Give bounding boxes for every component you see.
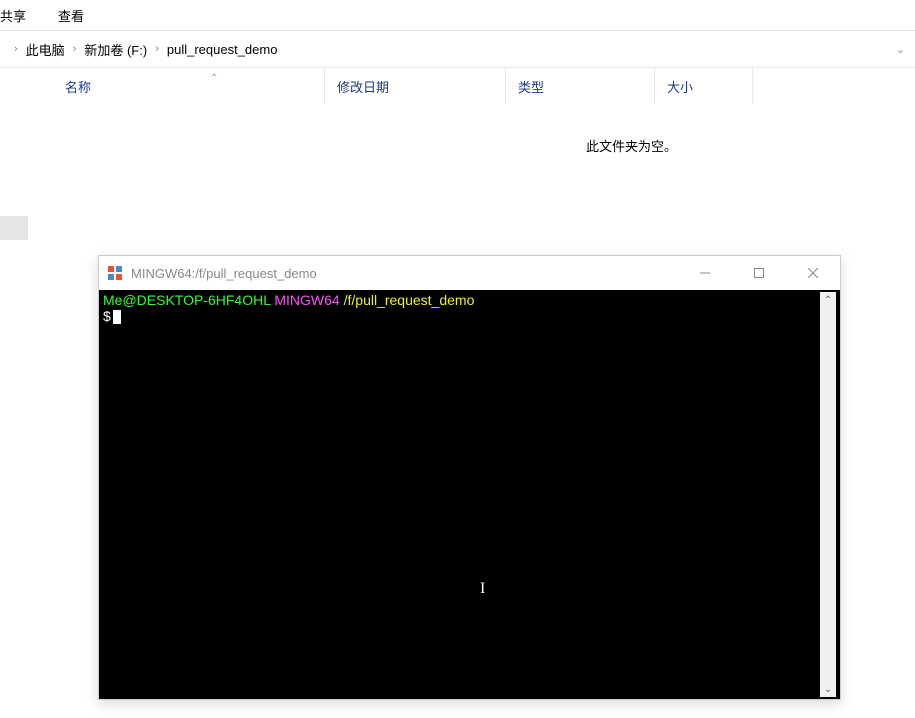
breadcrumb[interactable]: › 此电脑 › 新加卷 (F:) › pull_request_demo	[0, 40, 279, 59]
close-button[interactable]	[786, 256, 840, 290]
chevron-down-icon[interactable]: ⌄	[896, 43, 905, 56]
column-label: 类型	[518, 77, 544, 96]
column-header-name[interactable]: 名称	[0, 68, 325, 104]
prompt-symbol: $	[103, 308, 111, 324]
window-controls	[678, 256, 840, 290]
menu-bar: 共享 查看	[0, 0, 915, 30]
chevron-right-icon: ›	[149, 43, 165, 55]
prompt-user: Me@DESKTOP-6HF4OHL	[103, 292, 270, 308]
prompt-env: MINGW64	[274, 292, 339, 308]
column-label: 名称	[65, 77, 91, 96]
chevron-right-icon: ›	[67, 43, 83, 55]
text-cursor	[113, 310, 121, 324]
scrollbar-up-icon[interactable]: ⌃	[820, 292, 836, 308]
breadcrumb-item-drive[interactable]: 新加卷 (F:)	[82, 40, 149, 59]
breadcrumb-item-folder[interactable]: pull_request_demo	[165, 42, 280, 57]
menu-share[interactable]: 共享	[0, 6, 36, 25]
breadcrumb-item-pc[interactable]: 此电脑	[24, 40, 67, 59]
terminal-app-icon	[107, 265, 123, 281]
terminal-window: MINGW64:/f/pull_request_demo Me@DESKTOP-…	[98, 255, 841, 700]
sort-arrow-icon: ⌃	[210, 73, 218, 84]
prompt-path: /f/pull_request_demo	[344, 292, 475, 308]
scrollbar-down-icon[interactable]: ⌄	[820, 681, 836, 697]
ibeam-cursor-icon: I	[480, 580, 485, 598]
column-label: 修改日期	[337, 77, 389, 96]
terminal-input-line: $	[103, 308, 820, 324]
column-label: 大小	[667, 77, 693, 96]
menu-view[interactable]: 查看	[58, 6, 94, 25]
terminal-body[interactable]: Me@DESKTOP-6HF4OHL MINGW64 /f/pull_reque…	[99, 290, 840, 699]
maximize-button[interactable]	[732, 256, 786, 290]
chevron-right-icon: ›	[8, 43, 24, 55]
terminal-titlebar[interactable]: MINGW64:/f/pull_request_demo	[99, 256, 840, 290]
column-headers: ⌃ 名称 修改日期 类型 大小	[0, 68, 915, 104]
terminal-content[interactable]: Me@DESKTOP-6HF4OHL MINGW64 /f/pull_reque…	[103, 292, 820, 697]
breadcrumb-bar: › 此电脑 › 新加卷 (F:) › pull_request_demo ⌄	[0, 30, 915, 68]
column-header-size[interactable]: 大小	[655, 68, 753, 104]
empty-folder-message: 此文件夹为空。	[586, 136, 677, 155]
column-header-date[interactable]: 修改日期	[325, 68, 506, 104]
minimize-button[interactable]	[678, 256, 732, 290]
terminal-scrollbar[interactable]: ⌃ ⌄	[820, 292, 836, 697]
terminal-window-title: MINGW64:/f/pull_request_demo	[131, 266, 317, 281]
column-header-type[interactable]: 类型	[506, 68, 655, 104]
sidebar-highlight	[0, 216, 28, 240]
terminal-prompt-line: Me@DESKTOP-6HF4OHL MINGW64 /f/pull_reque…	[103, 292, 820, 308]
